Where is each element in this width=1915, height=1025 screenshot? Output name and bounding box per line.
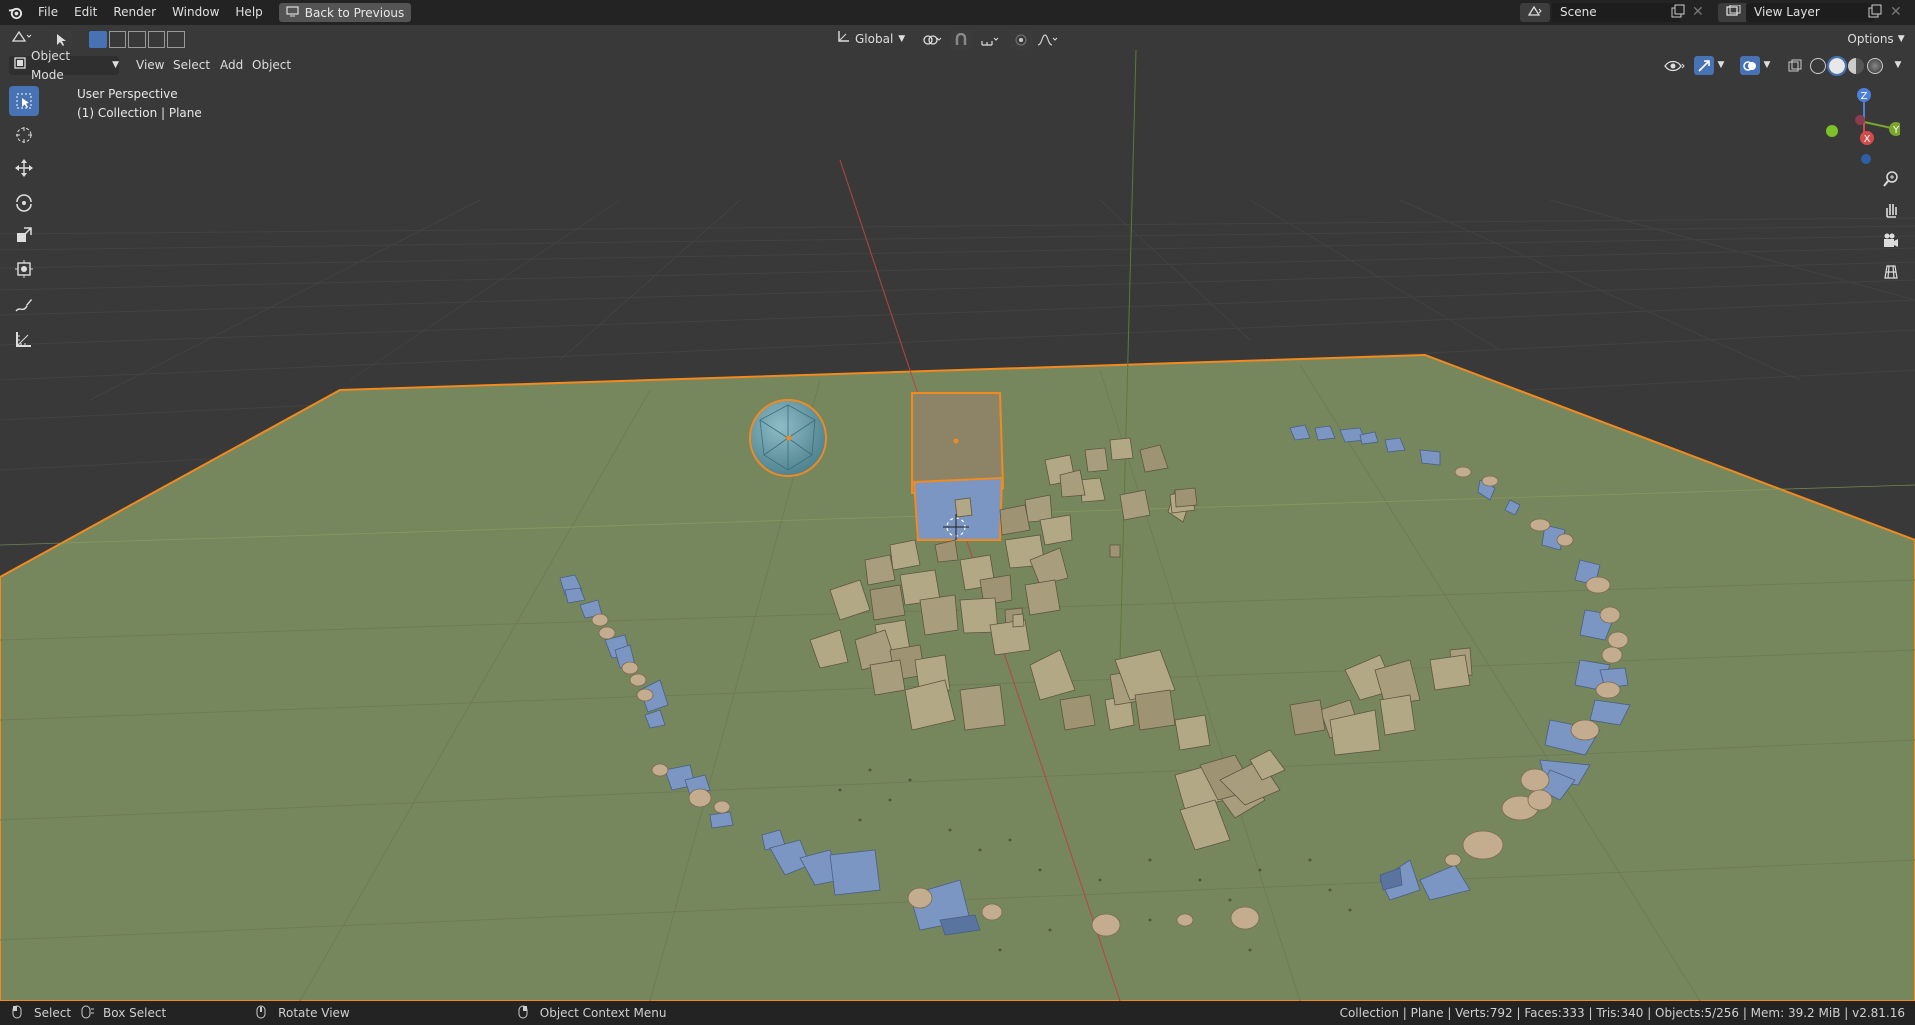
- chevron-down-icon[interactable]: ▼: [1760, 56, 1774, 75]
- mouse-scroll-icon: [256, 1005, 266, 1022]
- extend-selection-icon[interactable]: [108, 31, 127, 48]
- orientation-label: Global: [855, 32, 894, 46]
- chevron-down-icon: ▼: [898, 34, 906, 44]
- options-dropdown[interactable]: Options ▼: [1844, 30, 1908, 49]
- status-context: Object Context Menu: [539, 1006, 667, 1020]
- select-box-tool-icon[interactable]: [9, 86, 39, 116]
- cursor-tool-icon[interactable]: [9, 120, 39, 150]
- back-to-previous-label: Back to Previous: [304, 5, 405, 20]
- blender-logo-icon[interactable]: [0, 0, 30, 25]
- solid-shading-icon[interactable]: [1827, 55, 1847, 76]
- scene-icon: [1527, 5, 1543, 20]
- wireframe-shading-icon[interactable]: [1810, 57, 1826, 74]
- perspective-label: User Perspective: [77, 87, 178, 101]
- gizmo-z-label: Z: [1861, 91, 1868, 102]
- object-mode-icon: [14, 56, 26, 75]
- annotate-tool-icon[interactable]: [9, 291, 39, 321]
- object-visibility-icon[interactable]: [1660, 56, 1690, 75]
- scale-tool-icon[interactable]: [9, 220, 39, 250]
- pan-hand-icon[interactable]: [1876, 196, 1906, 224]
- view-layer-name-field[interactable]: View Layer: [1746, 3, 1874, 22]
- new-view-layer-icon[interactable]: [1867, 4, 1883, 23]
- snap-toggle-icon[interactable]: [950, 30, 972, 49]
- menu-render[interactable]: Render: [105, 0, 164, 25]
- delete-view-layer-icon[interactable]: ✕: [1890, 4, 1902, 20]
- falloff-icon[interactable]: [1034, 30, 1062, 49]
- intersect-selection-icon[interactable]: [167, 31, 185, 48]
- rendered-shading-icon[interactable]: [1867, 57, 1883, 74]
- chevron-down-icon[interactable]: ▼: [1714, 56, 1728, 75]
- invert-selection-icon[interactable]: [147, 31, 166, 48]
- subtract-selection-icon[interactable]: [128, 31, 146, 48]
- scene-name-field[interactable]: Scene: [1552, 3, 1680, 22]
- menu-select[interactable]: Select: [169, 56, 214, 75]
- status-rotate: Rotate View: [278, 1006, 350, 1020]
- menu-window[interactable]: Window: [164, 0, 227, 25]
- delete-scene-icon[interactable]: ✕: [1692, 4, 1704, 20]
- zoom-icon[interactable]: [1876, 165, 1906, 193]
- perspective-toggle-icon[interactable]: [1876, 258, 1906, 286]
- 3d-view-icon: [11, 30, 33, 50]
- shading-mode-buttons[interactable]: [1810, 55, 1888, 76]
- measure-tool-icon[interactable]: [9, 324, 39, 354]
- object-mode-dropdown[interactable]: Object Mode ▼: [9, 49, 119, 82]
- xray-toggle-icon[interactable]: [1785, 56, 1805, 75]
- status-info: Collection | Plane | Verts:792 | Faces:3…: [1339, 1006, 1905, 1020]
- new-selection-icon[interactable]: [89, 31, 107, 48]
- gizmo-x-label: X: [1864, 134, 1871, 145]
- selected-cube-stack[interactable]: [911, 392, 1005, 541]
- mouse-right-icon: [518, 1005, 528, 1022]
- menu-edit[interactable]: Edit: [66, 0, 105, 25]
- move-tool-icon[interactable]: [9, 153, 39, 183]
- snap-target-icon[interactable]: [976, 30, 1004, 49]
- icosphere[interactable]: [749, 399, 827, 477]
- options-label: Options: [1847, 32, 1894, 46]
- menu-view[interactable]: View: [132, 56, 168, 75]
- menu-file[interactable]: File: [30, 0, 66, 25]
- shading-popover-chevron-icon[interactable]: ▼: [1890, 56, 1906, 75]
- scene-browse-button[interactable]: [1520, 3, 1550, 22]
- menu-object[interactable]: Object: [248, 56, 295, 75]
- status-box-select: Box Select: [103, 1006, 167, 1020]
- top-bar: File Edit Render Window Help Back to Pre…: [0, 0, 1915, 25]
- material-shading-icon[interactable]: [1848, 57, 1864, 74]
- proportional-edit-icon[interactable]: [1010, 30, 1032, 49]
- view-layer-browse-button[interactable]: [1718, 3, 1748, 22]
- mouse-left-icon: [12, 1005, 22, 1022]
- 3d-viewport[interactable]: User Perspective (1) Collection | Plane …: [0, 25, 1915, 1001]
- chevron-down-icon: ▼: [112, 60, 119, 70]
- back-to-previous-button[interactable]: Back to Previous: [278, 3, 412, 22]
- overlays-toggle-icon[interactable]: [1740, 56, 1760, 75]
- gizmo-y-label: Y: [1892, 125, 1900, 136]
- view-layer-icon: [1725, 4, 1741, 20]
- mouse-middle-icon: [81, 1005, 95, 1022]
- new-scene-icon[interactable]: [1670, 4, 1686, 23]
- navigation-gizmo[interactable]: Z Y X: [1820, 85, 1900, 165]
- transform-orientation-dropdown[interactable]: Global ▼: [832, 30, 912, 49]
- rotate-tool-icon[interactable]: [9, 187, 39, 217]
- pivot-point-icon[interactable]: [918, 30, 946, 49]
- menu-help[interactable]: Help: [227, 0, 270, 25]
- object-mode-label: Object Mode: [31, 48, 71, 82]
- status-bar: Select Box Select Rotate View Object Con…: [0, 1001, 1915, 1025]
- chevron-down-icon: ▼: [1897, 34, 1905, 44]
- screen-icon: [286, 5, 299, 20]
- collection-label: (1) Collection | Plane: [77, 106, 202, 120]
- transform-tool-icon[interactable]: [9, 254, 39, 284]
- gizmo-toggle-icon[interactable]: [1694, 56, 1714, 75]
- scene-name: Scene: [1560, 5, 1597, 19]
- camera-view-icon[interactable]: [1876, 227, 1906, 255]
- menu-add[interactable]: Add: [216, 56, 247, 75]
- viewport-scene: [0, 49, 1915, 1001]
- orientation-icon: [836, 30, 850, 50]
- view-layer-name: View Layer: [1754, 5, 1820, 19]
- status-select: Select: [34, 1006, 72, 1020]
